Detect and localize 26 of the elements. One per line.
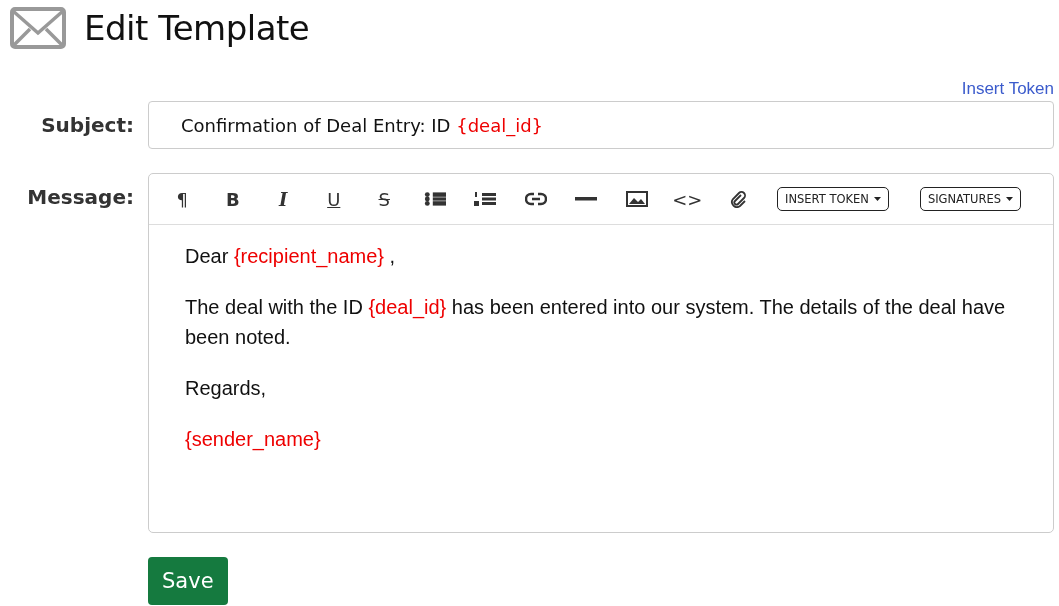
caret-icon [1006, 197, 1014, 201]
subject-field[interactable]: Confirmation of Deal Entry: ID {deal_id} [148, 101, 1054, 149]
message-label: Message: [26, 184, 134, 211]
page-title: Edit Template [84, 8, 310, 48]
bulleted-list-icon [423, 190, 446, 208]
link-icon [524, 190, 547, 208]
envelope-icon [10, 7, 66, 49]
dropdown-button[interactable]: INSERT TOKEN [777, 187, 889, 211]
message-paragraph: {sender_name} [185, 427, 322, 453]
caret-icon [873, 197, 881, 201]
toolbar-button[interactable]: B [207, 179, 258, 219]
paperclip-icon [728, 190, 747, 208]
toolbar-button[interactable]: ¶ [157, 179, 208, 219]
toolbar-button[interactable]: S [359, 179, 410, 219]
dropdown-button[interactable]: SIGNATURES [919, 187, 1022, 211]
numbered-list-icon [474, 190, 497, 208]
insert-token-link[interactable]: Insert Token [961, 79, 1054, 99]
image-icon [625, 190, 648, 208]
message-paragraph: The deal with the ID {deal_id} has been entered into our system. The details of the deal have been noted. [185, 295, 1007, 350]
toolbar-button[interactable]: <> [662, 179, 713, 219]
toolbar-button[interactable]: I [258, 179, 309, 219]
subject-label: Subject: [40, 112, 134, 139]
message-paragraph: Dear {recipient_name} , [185, 244, 397, 270]
save-button[interactable]: Save [148, 557, 228, 605]
message-paragraph: Regards, [185, 376, 268, 401]
toolbar-button[interactable]: U [308, 179, 359, 219]
